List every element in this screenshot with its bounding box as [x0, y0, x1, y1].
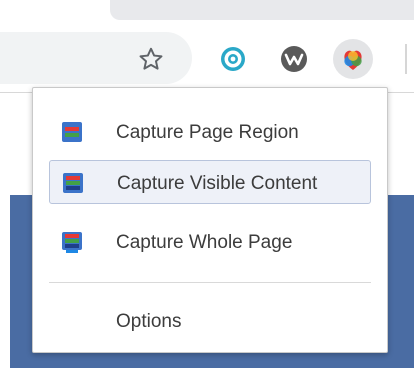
- tab-strip-edge: [110, 0, 414, 20]
- menu-item-label: Capture Visible Content: [117, 173, 318, 194]
- menu-item-capture-whole-page[interactable]: Capture Whole Page: [49, 220, 371, 264]
- extension-clock-icon[interactable]: [213, 39, 253, 79]
- menu-item-capture-page-region[interactable]: Capture Page Region: [49, 110, 371, 154]
- capture-whole-icon: [62, 232, 82, 253]
- menu-item-label: Capture Page Region: [116, 122, 299, 143]
- menu-separator: [49, 282, 371, 283]
- browser-toolbar: [0, 28, 414, 93]
- extension-popup-menu: Capture Page Region Capture Visible Cont…: [32, 87, 388, 353]
- capture-region-icon: [62, 122, 82, 142]
- options-label: Options: [116, 311, 182, 332]
- extension-w-icon[interactable]: [274, 39, 314, 79]
- page-content-margin: [0, 195, 10, 368]
- menu-item-label: Capture Whole Page: [116, 232, 293, 253]
- extension-screenshot-icon[interactable]: [333, 39, 373, 79]
- menu-item-options[interactable]: Options: [49, 299, 371, 343]
- tab-strip: [0, 0, 414, 28]
- capture-visible-icon: [63, 173, 83, 193]
- toolbar-divider: [405, 44, 407, 74]
- bookmark-star-icon[interactable]: [134, 42, 168, 76]
- menu-item-capture-visible-content[interactable]: Capture Visible Content: [49, 160, 371, 204]
